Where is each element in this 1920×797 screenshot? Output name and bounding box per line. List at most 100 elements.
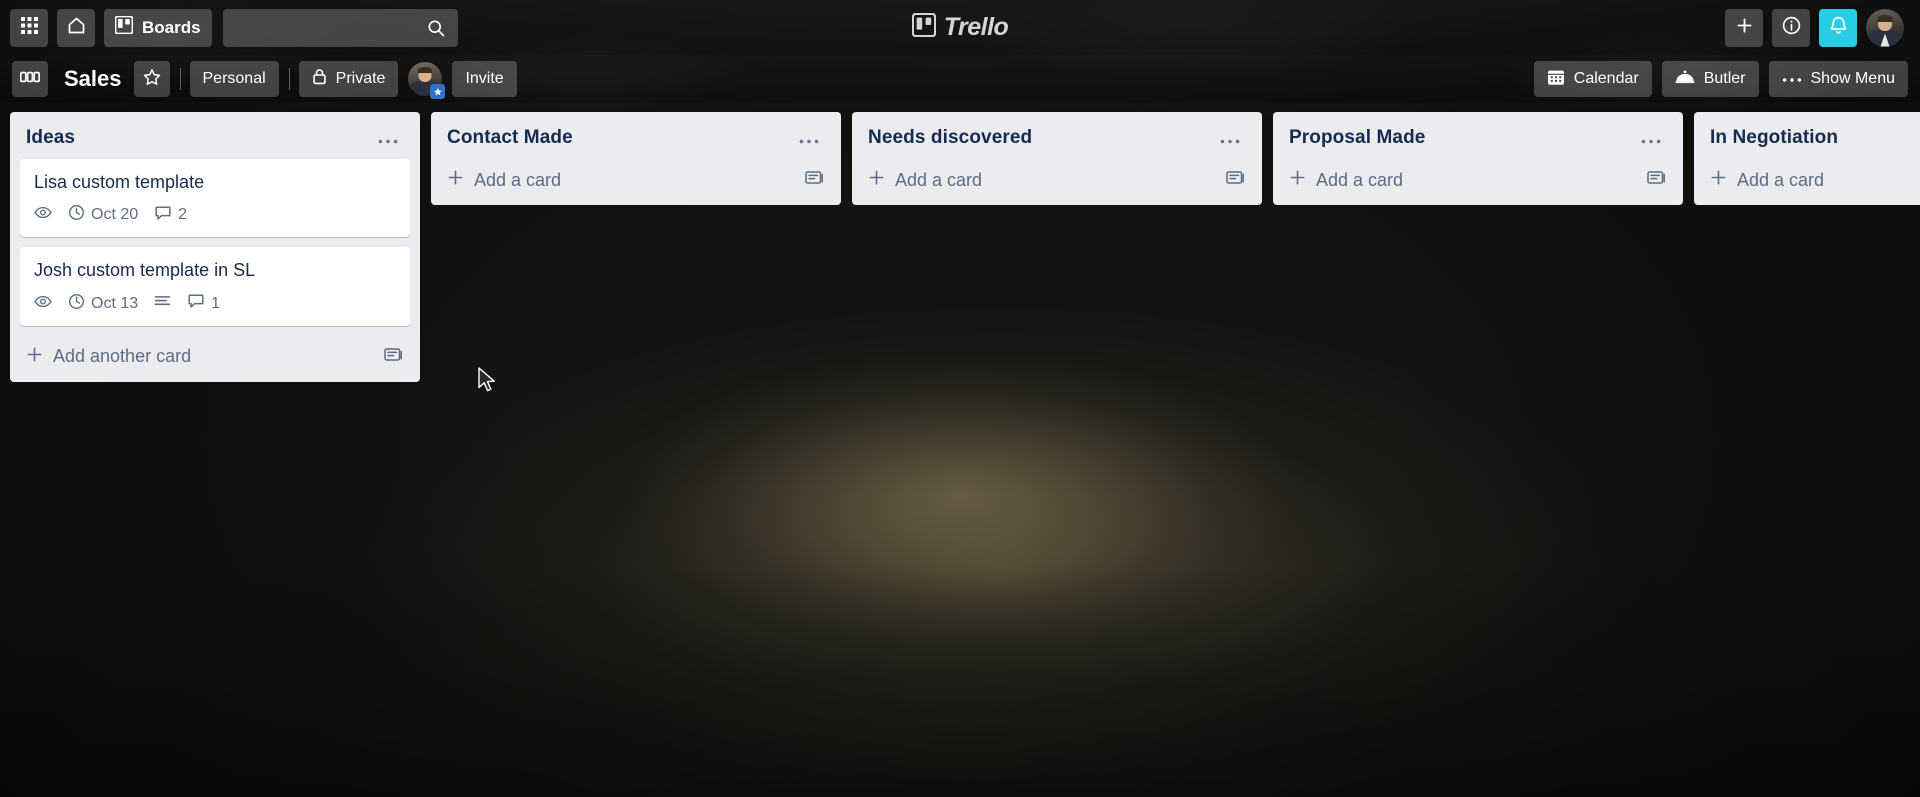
plus-icon bbox=[26, 346, 43, 368]
add-card-row[interactable]: Add a card bbox=[431, 159, 841, 205]
team-label: Personal bbox=[202, 70, 266, 87]
info-circle-icon bbox=[1781, 15, 1802, 41]
list-ideas: Ideas Lisa custom template Oct 20 2 Josh… bbox=[10, 112, 420, 382]
home-icon bbox=[66, 15, 87, 41]
butler-button[interactable]: Butler bbox=[1661, 61, 1759, 97]
card-template-icon[interactable] bbox=[1226, 169, 1246, 191]
board-title[interactable]: Sales bbox=[64, 66, 122, 92]
add-button[interactable] bbox=[1725, 8, 1763, 47]
watching-badge bbox=[34, 295, 52, 313]
info-button[interactable] bbox=[1772, 8, 1810, 47]
invite-label: Invite bbox=[465, 70, 504, 87]
show-menu-button[interactable]: Show Menu bbox=[1768, 61, 1908, 97]
add-card-action[interactable]: Add another card bbox=[26, 346, 191, 368]
plus-icon bbox=[1710, 169, 1727, 191]
avatar-hair bbox=[1877, 14, 1893, 22]
list-header: Contact Made bbox=[431, 121, 841, 159]
search-box[interactable] bbox=[222, 8, 458, 47]
calendar-button[interactable]: Calendar bbox=[1533, 61, 1652, 97]
add-card-label: Add a card bbox=[1316, 169, 1404, 190]
member-avatar-hair bbox=[418, 67, 433, 74]
lock-icon bbox=[312, 68, 327, 90]
home-button[interactable] bbox=[57, 8, 95, 47]
list-menu-button[interactable] bbox=[791, 128, 827, 148]
card[interactable]: Lisa custom template Oct 20 2 bbox=[20, 159, 410, 238]
add-card-action[interactable]: Add a card bbox=[868, 169, 982, 191]
invite-button[interactable]: Invite bbox=[452, 61, 517, 97]
due-date-label: Oct 13 bbox=[91, 294, 139, 312]
visibility-label: Private bbox=[335, 70, 386, 87]
butler-dome-icon bbox=[1675, 69, 1695, 90]
list-title[interactable]: In Negotiation bbox=[1710, 127, 1838, 149]
list-title[interactable]: Contact Made bbox=[447, 127, 573, 149]
list-header: Needs discovered bbox=[852, 121, 1262, 159]
description-badge bbox=[154, 295, 171, 313]
comment-icon bbox=[154, 205, 172, 226]
team-button[interactable]: Personal bbox=[189, 61, 279, 97]
header-divider-2 bbox=[288, 68, 290, 90]
list-contact-made: Contact Made Add a card bbox=[431, 112, 841, 205]
list-header: Proposal Made bbox=[1273, 121, 1683, 159]
board-header-bar: Sales Personal Private Invite Calendar B… bbox=[0, 55, 1920, 103]
clock-icon bbox=[68, 204, 85, 226]
add-card-action[interactable]: Add a card bbox=[447, 169, 561, 191]
board-icon bbox=[114, 15, 134, 39]
card-badges: Oct 13 1 bbox=[34, 293, 396, 315]
list-cards: Lisa custom template Oct 20 2 Josh custo… bbox=[10, 159, 420, 326]
comment-icon bbox=[187, 293, 205, 314]
card-badges: Oct 20 2 bbox=[34, 204, 396, 226]
plus-icon bbox=[1289, 169, 1306, 191]
board-switcher-button[interactable] bbox=[12, 61, 48, 97]
card-template-icon[interactable] bbox=[805, 169, 825, 191]
comments-count: 1 bbox=[211, 294, 221, 312]
add-card-action[interactable]: Add a card bbox=[1710, 169, 1824, 191]
list-in-negotiation: In Negotiation Add a card bbox=[1694, 112, 1920, 205]
user-avatar[interactable] bbox=[1866, 8, 1904, 47]
add-card-row[interactable]: Add another card bbox=[10, 336, 420, 382]
plus-icon bbox=[447, 169, 464, 191]
due-date-label: Oct 20 bbox=[91, 206, 139, 224]
card[interactable]: Josh custom template in SL Oct 13 1 bbox=[20, 247, 410, 326]
boards-label: Boards bbox=[142, 17, 201, 37]
ellipsis-icon bbox=[1782, 70, 1802, 88]
boards-button[interactable]: Boards bbox=[104, 8, 212, 47]
card-template-icon[interactable] bbox=[1647, 169, 1667, 191]
board-member-avatar[interactable] bbox=[408, 62, 446, 99]
add-card-action[interactable]: Add a card bbox=[1289, 169, 1403, 191]
list-title[interactable]: Ideas bbox=[26, 127, 75, 149]
board-lists-container: Ideas Lisa custom template Oct 20 2 Josh… bbox=[0, 103, 1920, 797]
search-input[interactable] bbox=[234, 19, 446, 36]
top-navigation-actions bbox=[1725, 8, 1910, 47]
add-card-row[interactable]: Add a card bbox=[852, 159, 1262, 205]
plus-icon bbox=[868, 169, 885, 191]
list-menu-button[interactable] bbox=[1212, 128, 1248, 148]
due-date-badge: Oct 13 bbox=[68, 293, 138, 315]
notifications-button[interactable] bbox=[1819, 8, 1857, 47]
trello-board-app: Boards Trello Sales Personal Private Inv… bbox=[0, 0, 1920, 797]
add-card-label: Add a card bbox=[1737, 169, 1825, 190]
eye-icon bbox=[34, 295, 52, 313]
add-card-label: Add another card bbox=[53, 346, 192, 367]
watching-badge bbox=[34, 206, 52, 224]
card-template-icon[interactable] bbox=[384, 346, 404, 368]
list-title[interactable]: Proposal Made bbox=[1289, 127, 1425, 149]
add-card-row[interactable]: Add a card bbox=[1273, 159, 1683, 205]
top-navigation-bar: Boards Trello bbox=[0, 0, 1920, 55]
add-card-row[interactable]: Add a card bbox=[1694, 159, 1920, 205]
visibility-button[interactable]: Private bbox=[298, 61, 399, 97]
calendar-icon bbox=[1547, 68, 1565, 91]
list-menu-button[interactable] bbox=[370, 128, 406, 148]
clock-icon bbox=[68, 293, 85, 315]
card-title: Lisa custom template bbox=[34, 172, 205, 192]
star-board-button[interactable] bbox=[133, 61, 170, 97]
list-title[interactable]: Needs discovered bbox=[868, 127, 1032, 149]
card-title: Josh custom template in SL bbox=[34, 260, 256, 281]
comments-count: 2 bbox=[178, 206, 188, 224]
butler-label: Butler bbox=[1703, 70, 1746, 87]
bell-icon bbox=[1828, 15, 1849, 41]
plus-icon bbox=[1734, 15, 1755, 41]
app-switcher-button[interactable] bbox=[10, 8, 48, 47]
add-card-label: Add a card bbox=[895, 169, 983, 190]
add-card-label: Add a card bbox=[474, 169, 562, 190]
list-menu-button[interactable] bbox=[1633, 128, 1669, 148]
